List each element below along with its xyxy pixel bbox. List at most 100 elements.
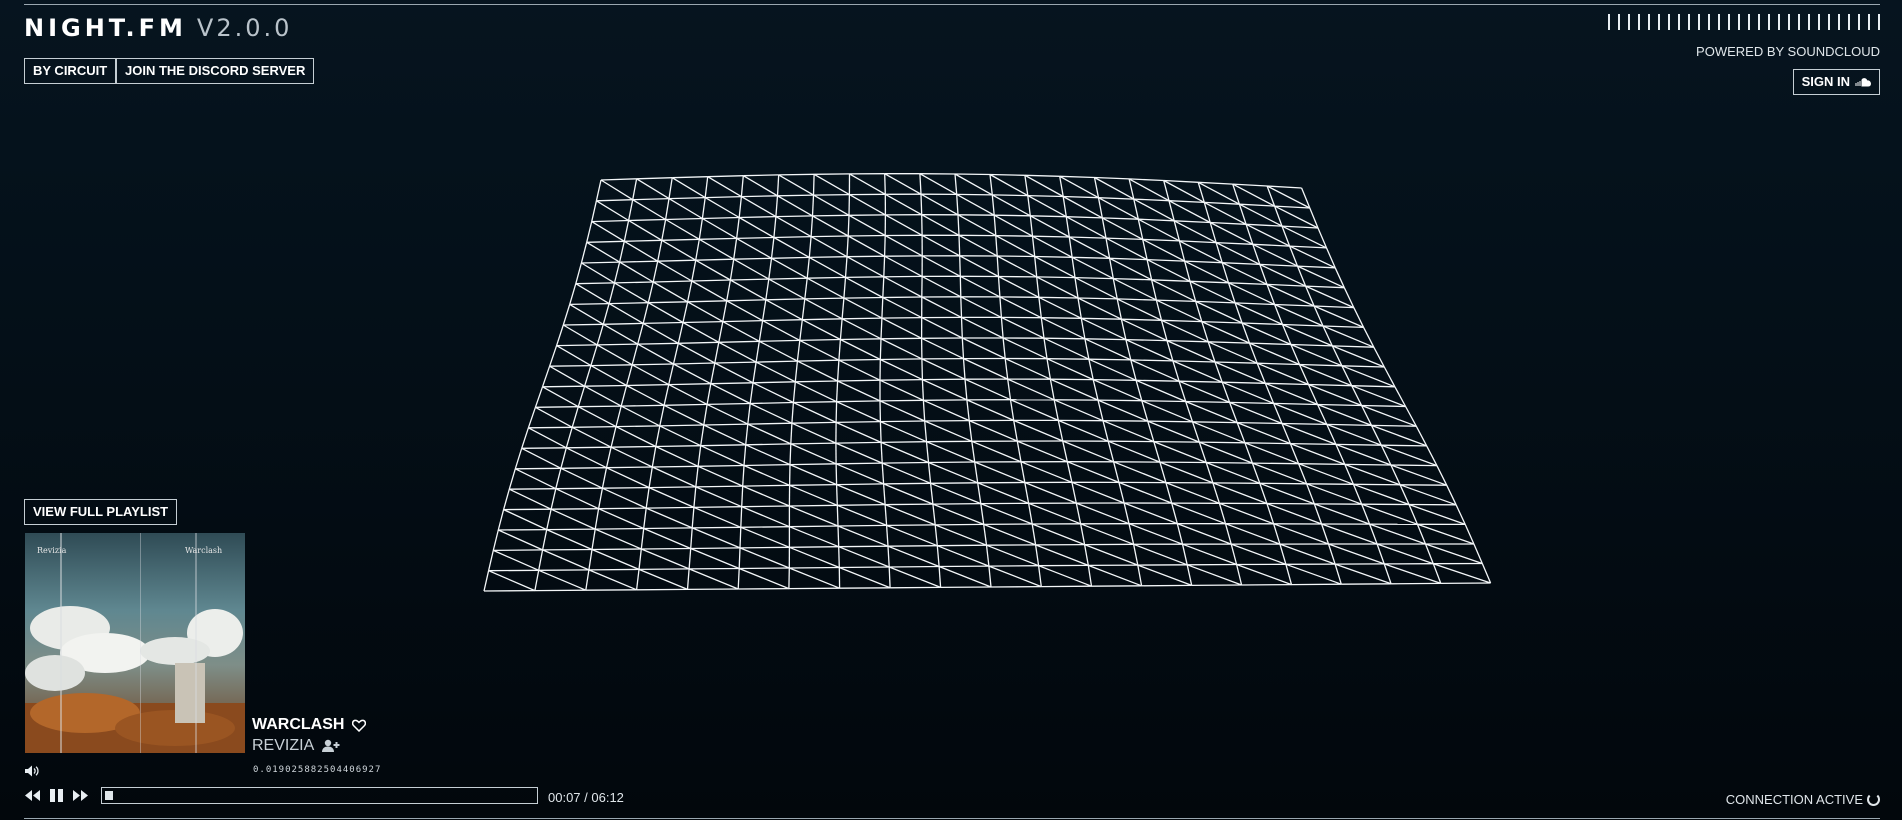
mesh-edge	[648, 301, 688, 304]
mesh-edge	[920, 193, 959, 216]
mesh-edge	[700, 445, 745, 467]
mesh-edge	[1038, 565, 1092, 587]
mesh-edge	[919, 173, 922, 195]
mesh-edge	[586, 221, 593, 243]
mesh-edge	[1274, 303, 1315, 307]
mesh-edge	[602, 487, 647, 509]
mesh-edge	[880, 318, 883, 339]
mesh-edge	[810, 215, 814, 237]
mesh-edge	[583, 365, 592, 387]
mesh-edge	[997, 276, 1001, 297]
mesh-edge	[710, 383, 751, 405]
mesh-edge	[1084, 338, 1132, 361]
mesh-edge	[677, 322, 684, 344]
mesh-edge	[608, 303, 644, 324]
mesh-edge	[1069, 236, 1107, 239]
mesh-edge	[1351, 385, 1395, 388]
mesh-edge	[755, 341, 760, 363]
mesh-edge	[702, 217, 737, 239]
mesh-edge	[1184, 260, 1229, 284]
mesh-edge	[1239, 203, 1275, 207]
mesh-edge	[602, 323, 639, 345]
mesh-edge	[1130, 359, 1180, 382]
mesh-edge	[962, 358, 966, 380]
mesh-edge	[704, 176, 709, 198]
mesh-edge	[1153, 440, 1207, 464]
mesh-edge	[880, 358, 923, 381]
mesh-edge	[707, 402, 751, 406]
mesh-edge	[1289, 245, 1327, 249]
mesh-edge	[1141, 400, 1193, 423]
mesh-edge	[1317, 403, 1362, 407]
mesh-edge	[1279, 543, 1287, 565]
mesh-edge	[1341, 365, 1385, 368]
add-user-icon[interactable]	[322, 739, 340, 753]
mesh-edge	[595, 179, 602, 201]
mesh-edge	[1036, 276, 1076, 279]
mesh-edge	[742, 465, 745, 487]
mesh-edge	[838, 546, 840, 568]
mesh-edge	[837, 503, 886, 506]
mesh-edge	[883, 276, 923, 298]
mesh-edge	[1320, 523, 1330, 545]
mesh-edge	[837, 525, 889, 547]
mesh-edge	[609, 302, 649, 305]
mesh-edge	[580, 242, 588, 264]
mesh-edge	[885, 214, 923, 236]
mesh-edge	[588, 549, 593, 570]
mesh-edge	[838, 339, 842, 361]
mesh-edge	[777, 195, 813, 217]
heart-icon[interactable]	[352, 719, 367, 732]
mesh-edge	[1133, 543, 1188, 566]
mesh-edge	[1133, 198, 1170, 202]
rewind-icon[interactable]	[24, 789, 41, 802]
mesh-edge	[845, 276, 884, 279]
mesh-edge	[768, 258, 773, 280]
mesh-edge	[1274, 205, 1310, 209]
mesh-edge	[797, 360, 838, 382]
mesh-edge	[954, 173, 991, 176]
mesh-edge	[1072, 256, 1110, 259]
mesh-edge	[881, 441, 927, 444]
mesh-edge	[556, 344, 598, 347]
mesh-edge	[968, 420, 1018, 442]
mesh-edge	[565, 427, 573, 448]
mesh-edge	[700, 444, 746, 447]
mesh-edge	[1102, 217, 1139, 220]
view-full-playlist-button[interactable]: VIEW FULL PLAYLIST	[24, 499, 178, 525]
mesh-edge	[738, 567, 790, 590]
progress-bar[interactable]	[101, 787, 538, 804]
mesh-edge	[1081, 317, 1127, 341]
mesh-edge	[961, 337, 965, 359]
mesh-edge	[542, 549, 590, 571]
mesh-edge	[835, 401, 838, 423]
mesh-edge	[1147, 420, 1200, 443]
mesh-edge	[1020, 461, 1073, 483]
mesh-edge	[534, 570, 540, 591]
mesh-edge	[1071, 482, 1077, 504]
mesh-edge	[879, 379, 924, 401]
mesh-edge	[922, 379, 968, 401]
mesh-edge	[1230, 543, 1287, 565]
mesh-edge	[1160, 320, 1168, 341]
mesh-edge	[492, 529, 499, 551]
pause-icon[interactable]	[49, 788, 64, 803]
mesh-edge	[615, 425, 660, 428]
mesh-edge	[1181, 544, 1188, 565]
mesh-edge	[590, 364, 633, 367]
mesh-edge	[1041, 317, 1086, 340]
mesh-edge	[611, 445, 656, 448]
volume-icon[interactable]	[24, 764, 40, 778]
mesh-edge	[701, 197, 706, 219]
mesh-edge	[1129, 178, 1164, 182]
mesh-edge	[714, 342, 720, 364]
mesh-edge	[960, 296, 1002, 318]
mesh-edge	[1020, 461, 1026, 483]
mesh-edge	[789, 505, 839, 527]
track-artist[interactable]: REVIZIA	[252, 737, 314, 755]
mesh-edge	[588, 569, 637, 591]
mesh-edge	[1171, 502, 1178, 524]
fast-forward-icon[interactable]	[72, 789, 89, 802]
track-title[interactable]: WARCLASH	[252, 716, 344, 734]
mesh-edge	[885, 503, 933, 506]
